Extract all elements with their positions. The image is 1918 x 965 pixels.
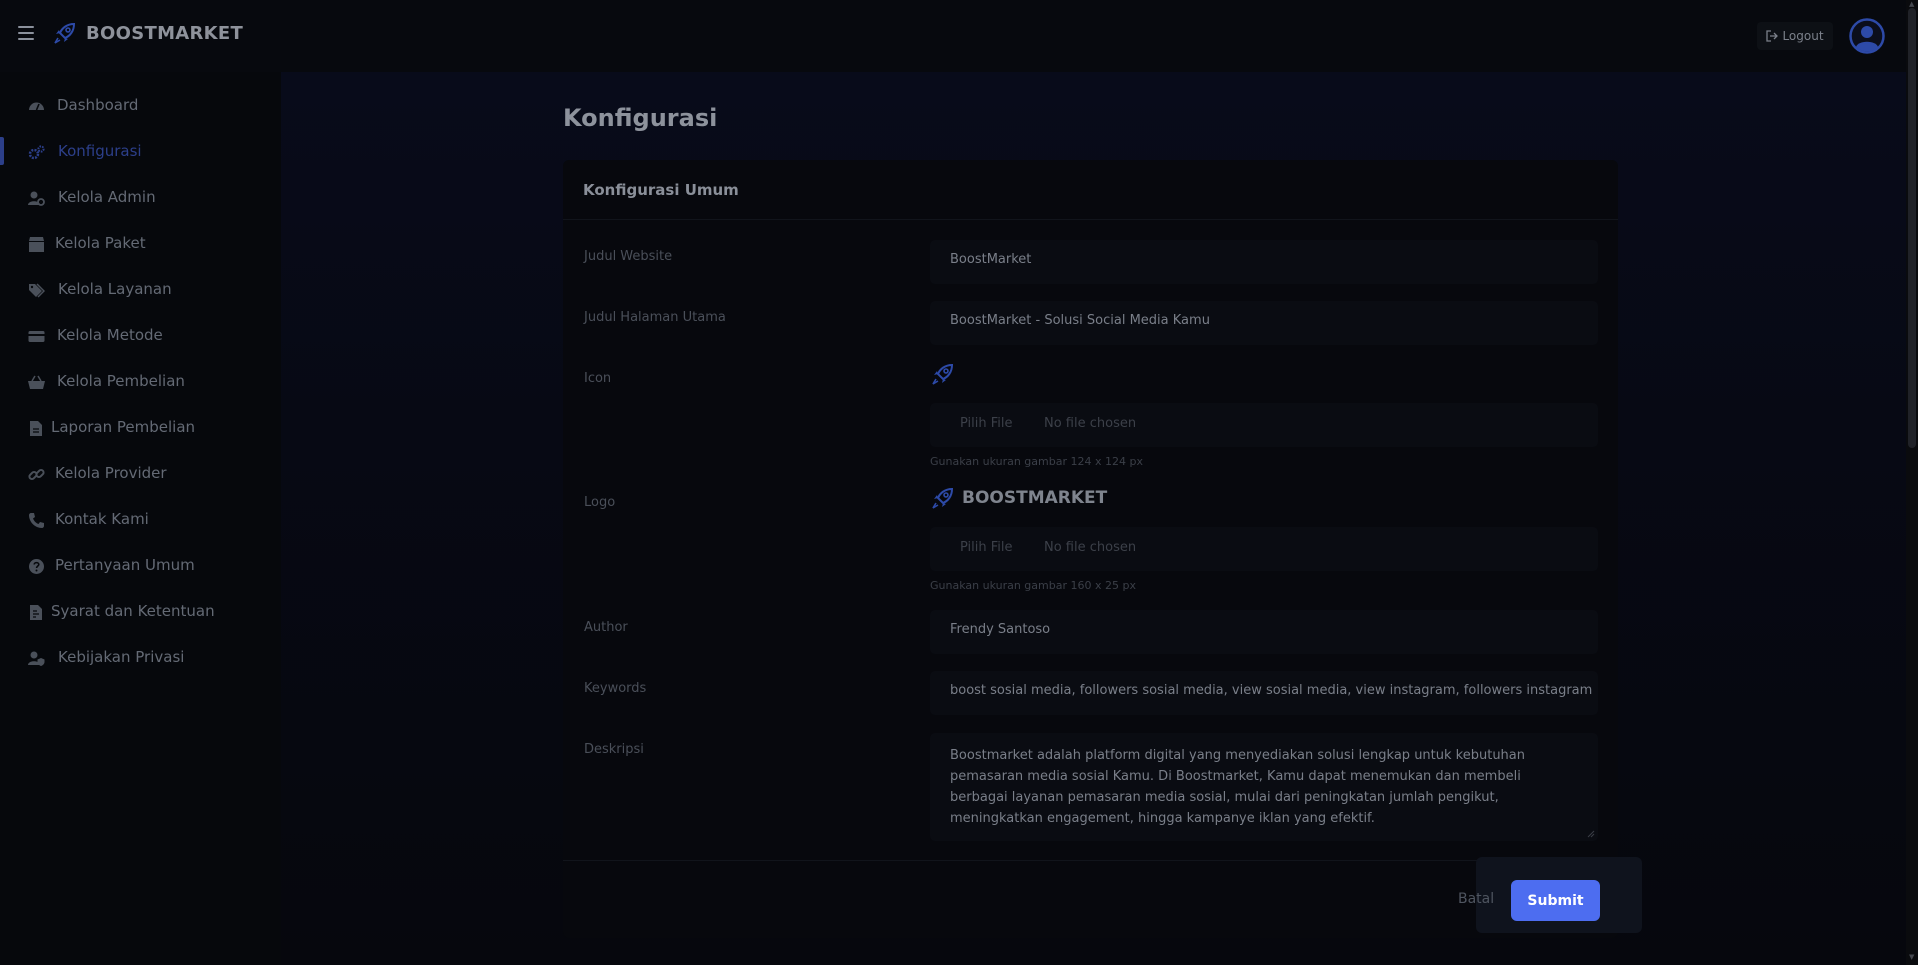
sidebar-item-laporan-pembelian[interactable]: Laporan Pembelian	[0, 405, 281, 451]
cogs-icon	[28, 145, 45, 160]
brand-name: BOOSTMARKET	[86, 22, 244, 44]
sign-out-icon	[1766, 30, 1779, 42]
card-header: Konfigurasi Umum	[563, 160, 1618, 220]
deskripsi-textarea[interactable]: Boostmarket adalah platform digital yang…	[930, 733, 1598, 841]
file-icon	[30, 421, 42, 436]
rocket-icon	[54, 22, 76, 44]
sidebar-item-kontak-kami[interactable]: Kontak Kami	[0, 497, 281, 543]
sidebar-item-label: Dashboard	[57, 96, 139, 114]
deskripsi-text: Boostmarket adalah platform digital yang…	[950, 748, 1526, 826]
page-scrollbar[interactable]: ▲ ▼	[1906, 0, 1918, 965]
sidebar-item-kebijakan-privasi[interactable]: Kebijakan Privasi	[0, 635, 281, 681]
card-footer-divider	[563, 860, 1618, 861]
icon-size-hint: Gunakan ukuran gambar 124 x 124 px	[930, 455, 1143, 468]
resize-handle-icon[interactable]	[1587, 830, 1595, 838]
judul-website-label: Judul Website	[584, 249, 673, 264]
dashboard-icon	[29, 102, 44, 111]
logo-preview-text: BOOSTMARKET	[962, 488, 1108, 508]
logo-preview: BOOSTMARKET	[930, 485, 1107, 511]
logout-button[interactable]: Logout	[1757, 22, 1833, 50]
basket-icon	[28, 375, 45, 389]
sidebar-item-pertanyaan-umum[interactable]: Pertanyaan Umum	[0, 543, 281, 589]
cancel-button[interactable]: Batal	[1458, 891, 1494, 907]
sidebar-item-label: Kelola Provider	[55, 464, 167, 482]
logo-file-input[interactable]: Pilih File No file chosen	[930, 527, 1598, 571]
icon-label: Icon	[584, 371, 612, 386]
submit-button[interactable]: Submit	[1511, 880, 1600, 921]
sidebar-item-label: Kelola Layanan	[58, 280, 172, 298]
sidebar-item-kelola-admin[interactable]: Kelola Admin	[0, 175, 281, 221]
link-icon	[28, 468, 45, 481]
file-contract-icon	[30, 605, 42, 620]
logout-label: Logout	[1782, 29, 1824, 43]
icon-file-status: No file chosen	[1044, 416, 1137, 431]
deskripsi-label: Deskripsi	[584, 742, 644, 757]
sidebar-item-label: Laporan Pembelian	[51, 418, 196, 436]
logo-choose-file-button[interactable]: Pilih File	[960, 540, 1013, 555]
page-title: Konfigurasi	[563, 104, 718, 132]
judul-halaman-input[interactable]: BoostMarket - Solusi Social Media Kamu	[930, 301, 1598, 345]
sidebar-item-label: Syarat dan Ketentuan	[51, 602, 215, 620]
card-title: Konfigurasi Umum	[583, 181, 739, 199]
tags-icon	[29, 283, 45, 298]
sidebar-item-label: Kebijakan Privasi	[58, 648, 185, 666]
keywords-input[interactable]: boost sosial media, followers sosial med…	[930, 671, 1598, 715]
box-icon	[29, 237, 44, 252]
sidebar-item-label: Kelola Metode	[57, 326, 163, 344]
rocket-icon	[932, 363, 954, 385]
rocket-icon	[932, 487, 954, 509]
question-icon	[29, 559, 44, 574]
scroll-thumb[interactable]	[1908, 8, 1916, 448]
sidebar-item-label: Kelola Paket	[55, 234, 146, 252]
sidebar-item-kelola-layanan[interactable]: Kelola Layanan	[0, 267, 281, 313]
icon-choose-file-button[interactable]: Pilih File	[960, 416, 1013, 431]
sidebar-item-kelola-pembelian[interactable]: Kelola Pembelian	[0, 359, 281, 405]
author-label: Author	[584, 620, 628, 635]
sidebar-item-label: Konfigurasi	[58, 142, 142, 160]
credit-card-icon	[28, 331, 45, 342]
sidebar-item-label: Kelola Pembelian	[57, 372, 185, 390]
sidebar: Dashboard Konfigurasi Kelola Admin Kelol…	[0, 72, 281, 965]
user-avatar-icon[interactable]	[1849, 18, 1885, 54]
judul-website-input[interactable]: BoostMarket	[930, 240, 1598, 284]
sidebar-item-kelola-provider[interactable]: Kelola Provider	[0, 451, 281, 497]
logo-label: Logo	[584, 495, 616, 510]
judul-halaman-label: Judul Halaman Utama	[584, 310, 726, 325]
keywords-label: Keywords	[584, 681, 647, 696]
sidebar-item-konfigurasi[interactable]: Konfigurasi	[0, 129, 281, 175]
scroll-up-icon[interactable]: ▲	[1909, 0, 1914, 8]
sidebar-item-label: Kelola Admin	[58, 188, 156, 206]
hamburger-menu-icon[interactable]	[18, 26, 34, 40]
brand-logo[interactable]: BOOSTMARKET	[52, 20, 243, 46]
user-cog-icon	[28, 191, 45, 206]
logo-size-hint: Gunakan ukuran gambar 160 x 25 px	[930, 579, 1136, 592]
sidebar-item-kelola-metode[interactable]: Kelola Metode	[0, 313, 281, 359]
logo-file-status: No file chosen	[1044, 540, 1137, 555]
author-input[interactable]: Frendy Santoso	[930, 610, 1598, 654]
sidebar-item-syarat-ketentuan[interactable]: Syarat dan Ketentuan	[0, 589, 281, 635]
sidebar-item-label: Kontak Kami	[55, 510, 149, 528]
sidebar-item-kelola-paket[interactable]: Kelola Paket	[0, 221, 281, 267]
scroll-down-icon[interactable]: ▼	[1909, 953, 1914, 961]
user-shield-icon	[28, 651, 45, 666]
phone-icon	[29, 513, 44, 528]
top-bar: BOOSTMARKET Logout	[0, 0, 1918, 72]
icon-file-input[interactable]: Pilih File No file chosen	[930, 403, 1598, 447]
sidebar-item-label: Pertanyaan Umum	[55, 556, 195, 574]
sidebar-item-dashboard[interactable]: Dashboard	[0, 83, 281, 129]
